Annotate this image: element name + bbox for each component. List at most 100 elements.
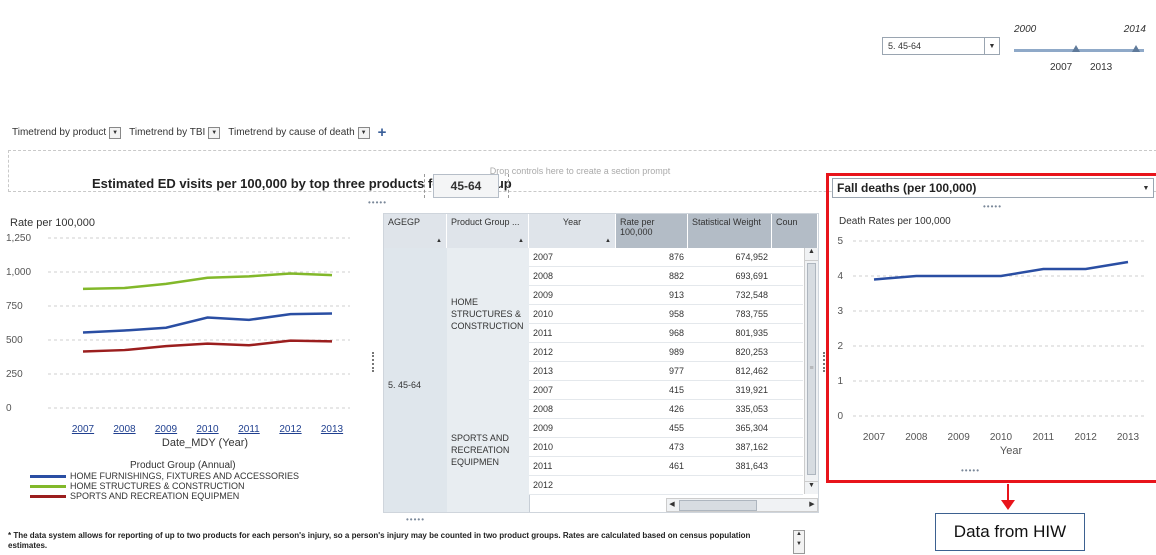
- fall-deaths-panel: Fall deaths (per 100,000) ▼ ••••• Death …: [826, 173, 1156, 483]
- column-header-statistical-weight[interactable]: Statistical Weight: [688, 214, 772, 248]
- slider-high-label: 2013: [1090, 62, 1113, 73]
- scroll-down-icon[interactable]: ▼: [805, 481, 818, 494]
- horizontal-scrollbar-thumb[interactable]: [679, 500, 757, 511]
- table-row[interactable]: 2009 913 732,548: [529, 286, 803, 305]
- slider-handle-high[interactable]: [1132, 45, 1140, 52]
- y-tick-label: 1,000: [6, 267, 31, 278]
- age-group-select-value: 5. 45-64: [888, 41, 922, 51]
- chevron-down-icon[interactable]: ▼: [357, 126, 370, 139]
- product-group-cell: SPORTS AND RECREATION EQUIPMEN: [447, 388, 530, 512]
- tab-timetrend-by-tbi[interactable]: Timetrend by TBI ▼: [129, 126, 221, 139]
- tab-timetrend-by-product[interactable]: Timetrend by product ▼: [12, 126, 122, 139]
- table-row[interactable]: 2012 989 820,253: [529, 343, 803, 362]
- age-group-select[interactable]: 5. 45-64 ▼: [882, 37, 1000, 55]
- table-row[interactable]: 2011 461 381,643: [529, 457, 803, 476]
- fall-deaths-line-chart: Death Rates per 100,000 0 1 2 3 4 5 2007 2008 2…: [837, 216, 1147, 457]
- table-row[interactable]: 2008 426 335,053: [529, 400, 803, 419]
- table-row[interactable]: 2011 968 801,935: [529, 324, 803, 343]
- count-cell: [772, 267, 803, 286]
- column-header-label: Year: [562, 217, 582, 227]
- fall-deaths-select-value: Fall deaths (per 100,000): [837, 181, 977, 195]
- y-tick-label: 1,250: [6, 233, 31, 244]
- y-tick-label: 2: [837, 341, 843, 352]
- rate-cell: 415: [616, 381, 688, 400]
- panel-resize-grip[interactable]: •••••: [406, 515, 425, 524]
- count-cell: [772, 381, 803, 400]
- legend-item: SPORTS AND RECREATION EQUIPMEN: [30, 491, 370, 501]
- table-row[interactable]: 2008 882 693,691: [529, 267, 803, 286]
- scroll-up-icon[interactable]: ▲: [794, 531, 804, 541]
- title-splitter-left[interactable]: [424, 174, 425, 198]
- weight-cell: 335,053: [688, 400, 772, 419]
- x-tick-label[interactable]: 2010: [196, 424, 219, 435]
- legend-swatch: [30, 494, 66, 498]
- rate-cell: 968: [616, 324, 688, 343]
- table-body: 5. 45-64 HOME STRUCTURES & CONSTRUCTION …: [384, 248, 818, 512]
- table-row[interactable]: 2007 415 319,921: [529, 381, 803, 400]
- table-row[interactable]: 2009 455 365,304: [529, 419, 803, 438]
- series-line-1: [82, 272, 333, 291]
- column-header-agegp[interactable]: AGEGP ▲: [384, 214, 447, 248]
- column-header-count[interactable]: Coun: [772, 214, 818, 248]
- add-tab-button[interactable]: +: [378, 124, 387, 141]
- table-row[interactable]: 2010 958 783,755: [529, 305, 803, 324]
- x-tick-label[interactable]: 2013: [321, 424, 344, 435]
- footnote-scrollbar[interactable]: ▲ ▼: [793, 530, 805, 554]
- y-tick-label: 0: [837, 411, 843, 422]
- x-tick-label[interactable]: 2011: [238, 424, 260, 435]
- x-tick-label[interactable]: 2012: [279, 424, 302, 435]
- table-row[interactable]: 2012: [529, 476, 803, 495]
- tab-timetrend-by-cause-of-death[interactable]: Timetrend by cause of death ▼: [228, 126, 370, 139]
- column-header-rate[interactable]: Rate per 100,000: [616, 214, 688, 248]
- callout-box: Data from HIW: [935, 513, 1085, 551]
- chart-x-axis-label: Year: [1000, 445, 1023, 457]
- tab-label: Timetrend by TBI: [129, 127, 206, 138]
- year-range-slider[interactable]: 2000 2014 2007 2013: [1010, 18, 1150, 80]
- scroll-left-icon[interactable]: ◀: [667, 499, 677, 511]
- column-header-year[interactable]: Year ▲: [529, 214, 616, 248]
- weight-cell: 783,755: [688, 305, 772, 324]
- scroll-down-icon[interactable]: ▼: [794, 541, 804, 551]
- panel-resize-grip[interactable]: •••••: [983, 202, 1002, 211]
- panel-resize-grip[interactable]: •••••: [961, 466, 980, 475]
- table-rows: 2007 876 674,952 2008 882 693,691 2009 913 732,5…: [529, 248, 803, 495]
- age-group-button[interactable]: 45-64: [433, 174, 499, 198]
- table-vertical-scrollbar[interactable]: ▲ ≡ ▼: [804, 248, 818, 494]
- scroll-right-icon[interactable]: ▶: [807, 499, 817, 511]
- column-header-product-group[interactable]: Product Group ... ▲: [447, 214, 529, 248]
- column-header-label: Coun: [776, 217, 798, 227]
- table-row[interactable]: 2007 876 674,952: [529, 248, 803, 267]
- weight-cell: 801,935: [688, 324, 772, 343]
- drop-zone-text: Drop controls here to create a section p…: [489, 166, 671, 176]
- table-row[interactable]: 2010 473 387,162: [529, 438, 803, 457]
- x-tick-label: 2011: [1033, 432, 1055, 443]
- chevron-down-icon[interactable]: ▼: [208, 126, 221, 139]
- arrow-down-icon: [1001, 500, 1015, 510]
- weight-cell: [688, 476, 772, 495]
- fall-deaths-select[interactable]: Fall deaths (per 100,000) ▼: [832, 178, 1154, 198]
- year-cell: 2013: [529, 362, 616, 381]
- table-horizontal-scrollbar[interactable]: ◀ ▶: [666, 498, 818, 512]
- column-header-label: AGEGP: [388, 217, 421, 227]
- rate-cell: 461: [616, 457, 688, 476]
- table-row[interactable]: 2013 977 812,462: [529, 362, 803, 381]
- title-splitter-right[interactable]: [508, 174, 509, 198]
- x-tick-label: 2007: [863, 432, 886, 443]
- chart-legend: Product Group (Annual) HOME FURNISHINGS,…: [30, 460, 370, 501]
- series-line-0: [82, 312, 333, 334]
- scroll-up-icon[interactable]: ▲: [805, 248, 818, 261]
- slider-handle-low[interactable]: [1072, 45, 1080, 52]
- rate-cell: 426: [616, 400, 688, 419]
- x-tick-label[interactable]: 2007: [72, 424, 95, 435]
- chevron-down-icon[interactable]: ▼: [109, 126, 122, 139]
- panel-resize-grip[interactable]: •••••: [368, 198, 387, 207]
- year-cell: 2012: [529, 343, 616, 362]
- legend-swatch: [30, 474, 66, 478]
- x-tick-label[interactable]: 2008: [113, 424, 136, 435]
- count-cell: [772, 248, 803, 267]
- panel-splitter-vertical[interactable]: [372, 352, 376, 372]
- slider-low-label: 2007: [1050, 62, 1073, 73]
- x-tick-label[interactable]: 2009: [155, 424, 178, 435]
- scrollbar-thumb[interactable]: ≡: [807, 263, 816, 475]
- product-group-cell: HOME STRUCTURES & CONSTRUCTION: [447, 248, 530, 389]
